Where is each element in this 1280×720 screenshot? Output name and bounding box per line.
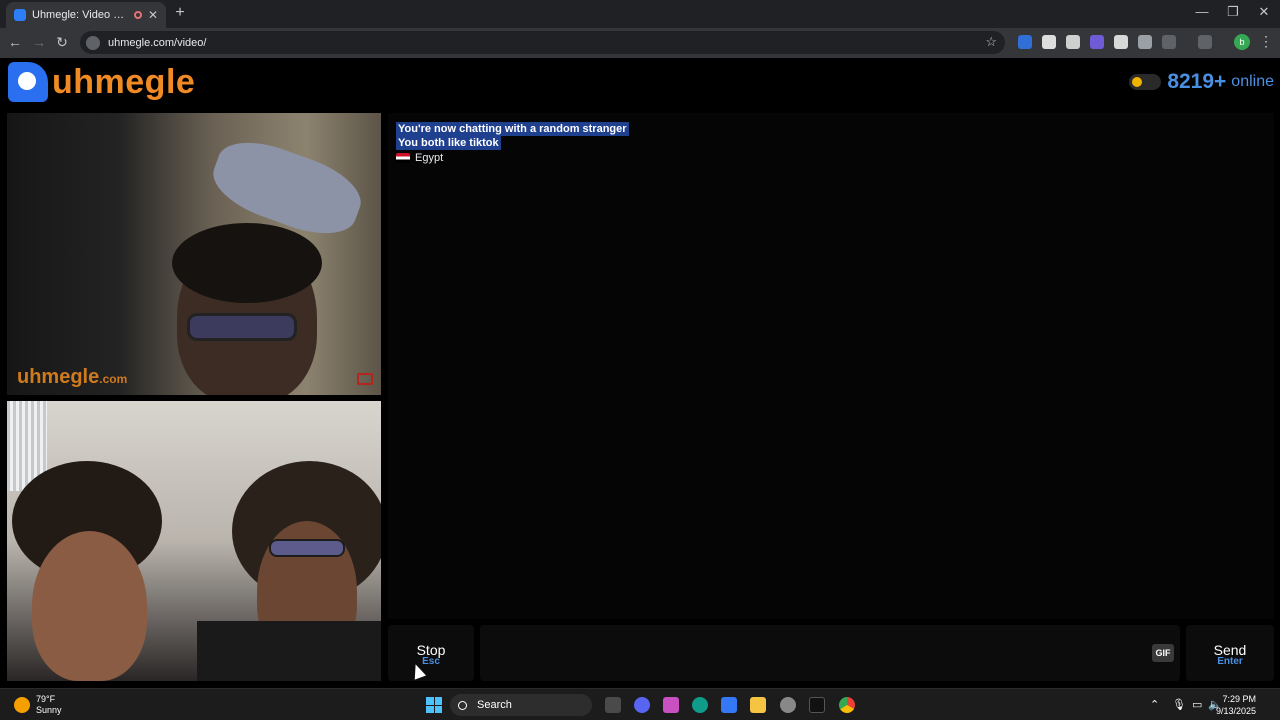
browser-tab-bar: Uhmegle: Video Chat | Ome... ✕ + — ❐ ✕ bbox=[0, 0, 1280, 28]
task-view-icon[interactable] bbox=[605, 697, 621, 713]
file-explorer-icon[interactable] bbox=[750, 697, 766, 713]
recording-indicator-icon bbox=[133, 11, 142, 19]
video-watermark: uhmegle.com bbox=[17, 366, 128, 388]
online-counter: 8219+ online bbox=[1129, 70, 1274, 94]
profile-avatar[interactable]: b bbox=[1234, 34, 1250, 50]
system-message: You're now chatting with a random strang… bbox=[396, 122, 629, 136]
weather-widget[interactable]: 79°F Sunny bbox=[14, 694, 62, 716]
site-info-icon[interactable] bbox=[86, 35, 100, 50]
close-window-icon[interactable]: ✕ bbox=[1249, 4, 1279, 20]
stranger-glasses bbox=[187, 313, 297, 341]
site-logo[interactable]: uhmegle bbox=[8, 62, 195, 102]
self-shirt bbox=[197, 621, 381, 681]
stranger-hair bbox=[172, 223, 322, 303]
extension-icon-2[interactable] bbox=[1042, 35, 1056, 49]
send-button[interactable]: Send Enter bbox=[1186, 625, 1274, 681]
windows-taskbar: 79°F Sunny Search ⌃ 🎙 ▭ 🔈 7:29 PM 9/13/2… bbox=[0, 688, 1280, 720]
egypt-flag-icon bbox=[396, 153, 410, 163]
address-bar[interactable]: uhmegle.com/video/ ☆ bbox=[80, 31, 1005, 54]
edge-icon[interactable] bbox=[692, 697, 708, 713]
stranger-country: Egypt bbox=[396, 152, 443, 164]
report-flag-icon[interactable] bbox=[357, 373, 373, 385]
chat-log: You're now chatting with a random strang… bbox=[388, 113, 1274, 619]
extension-icon-3[interactable] bbox=[1066, 35, 1080, 49]
back-arrow-icon[interactable]: ← bbox=[6, 34, 24, 50]
weather-condition: Sunny bbox=[36, 705, 62, 715]
extensions-puzzle-icon[interactable] bbox=[1162, 35, 1176, 49]
online-count: 8219+ bbox=[1167, 70, 1227, 93]
network-icon[interactable]: ▭ bbox=[1192, 698, 1202, 711]
browser-menu-icon[interactable]: ⋮ bbox=[1259, 33, 1273, 50]
site-favicon-icon bbox=[14, 9, 26, 21]
close-tab-icon[interactable]: ✕ bbox=[148, 8, 158, 22]
clock-date: 9/13/2025 bbox=[1215, 706, 1256, 716]
steam-icon[interactable] bbox=[780, 697, 796, 713]
logo-text: uhmegle bbox=[52, 62, 196, 101]
site-header: uhmegle 8219+ online bbox=[0, 58, 1280, 110]
store-icon[interactable] bbox=[721, 697, 737, 713]
theme-toggle[interactable] bbox=[1129, 74, 1162, 90]
country-name: Egypt bbox=[415, 152, 444, 164]
stop-shortcut: Esc bbox=[422, 656, 440, 667]
extension-icon-6[interactable] bbox=[1138, 35, 1152, 49]
self-video bbox=[7, 401, 381, 681]
address-url[interactable]: uhmegle.com/video/ bbox=[108, 37, 206, 49]
side-panel-icon[interactable] bbox=[1198, 35, 1212, 49]
temperature: 79°F bbox=[36, 694, 56, 704]
send-shortcut: Enter bbox=[1217, 656, 1243, 667]
search-label: Search bbox=[477, 699, 512, 711]
clock-time: 7:29 PM bbox=[1222, 694, 1256, 704]
message-input[interactable]: GIF bbox=[480, 625, 1180, 681]
microphone-icon[interactable]: 🎙 bbox=[1172, 698, 1186, 711]
browser-tab[interactable]: Uhmegle: Video Chat | Ome... ✕ bbox=[6, 2, 166, 28]
minimize-icon[interactable]: — bbox=[1187, 4, 1217, 19]
discord-icon[interactable] bbox=[634, 697, 650, 713]
extension-icon-4[interactable] bbox=[1090, 35, 1104, 49]
tab-title: Uhmegle: Video Chat | Ome... bbox=[32, 9, 128, 21]
stranger-video: uhmegle.com bbox=[7, 113, 381, 395]
online-label: online bbox=[1231, 73, 1274, 90]
sunny-icon bbox=[14, 697, 30, 713]
windows-start-icon[interactable] bbox=[426, 697, 442, 713]
stop-button[interactable]: Stop Esc bbox=[388, 625, 474, 681]
tray-overflow-icon[interactable]: ⌃ bbox=[1150, 698, 1159, 711]
extension-icon-1[interactable] bbox=[1018, 35, 1032, 49]
self-glasses bbox=[269, 539, 345, 557]
gif-button[interactable]: GIF bbox=[1152, 644, 1174, 662]
system-clock[interactable]: 7:29 PM 9/13/2025 bbox=[1216, 693, 1256, 717]
new-tab-button[interactable]: + bbox=[170, 4, 190, 22]
maximize-icon[interactable]: ❐ bbox=[1218, 4, 1248, 20]
reload-icon[interactable]: ↻ bbox=[53, 34, 71, 51]
logo-mark-icon bbox=[8, 62, 48, 102]
bookmark-star-icon[interactable]: ☆ bbox=[985, 34, 997, 50]
chrome-icon[interactable] bbox=[839, 697, 855, 713]
extension-icon-5[interactable] bbox=[1114, 35, 1128, 49]
search-icon bbox=[458, 700, 467, 710]
terminal-icon[interactable] bbox=[809, 697, 825, 713]
copilot-icon[interactable] bbox=[663, 697, 679, 713]
system-message: You both like tiktok bbox=[396, 136, 501, 150]
taskbar-search[interactable]: Search bbox=[450, 694, 592, 716]
browser-toolbar: ← → ↻ uhmegle.com/video/ ☆ b ⋮ bbox=[0, 28, 1280, 58]
self-person-left bbox=[32, 531, 147, 681]
forward-arrow-icon[interactable]: → bbox=[30, 34, 48, 50]
